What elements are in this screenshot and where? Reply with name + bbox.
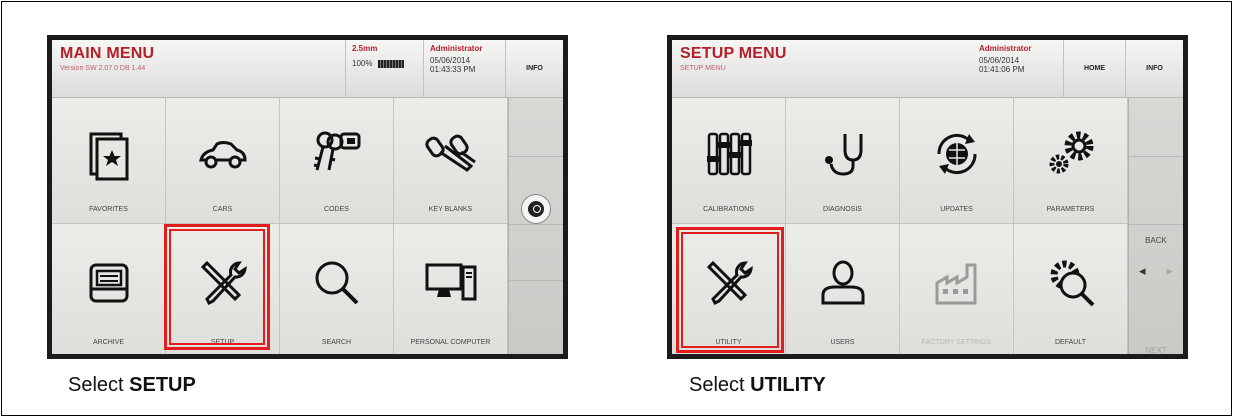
divider [1129,224,1183,225]
cutter-status: 2.5mm 100% [345,40,423,97]
archive-icon [89,263,128,303]
factory-icon [935,263,976,305]
tile-archive[interactable]: ARCHIVE [52,224,166,354]
tile-label: FAVORITES [89,206,128,213]
caption-emphasis: SETUP [129,374,196,396]
user-status: Administrator 05/06/2014 01:41:06 PM [973,40,1063,97]
tile-favorites[interactable]: FAVORITES [52,98,166,224]
subtitle-text: SETUP MENU [680,65,726,72]
arrow-left-icon[interactable]: ◂ [1139,263,1146,279]
home-button[interactable]: HOME [1063,40,1125,97]
next-button[interactable]: NEXT [1129,346,1183,354]
setup-menu-title-area: SETUP MENU SETUP MENU [672,40,973,97]
main-menu-screen: MAIN MENU Version SW 2.07.0 DB 1.44 2.5m… [52,40,563,354]
tile-label: PERSONAL COMPUTER [410,339,491,346]
tile-label: ARCHIVE [92,339,125,346]
info-button[interactable]: INFO [505,40,563,97]
tile-label: DIAGNOSIS [823,206,862,213]
setup-highlight-box [164,224,270,350]
tile-label: CARS [212,206,233,213]
car-icon [198,140,247,168]
main-menu-title-area: MAIN MENU Version SW 2.07.0 DB 1.44 [52,40,345,97]
divider [509,156,563,157]
tile-label: DEFAULT [1055,339,1086,346]
tile-cars[interactable]: CARS [166,98,280,224]
power-button[interactable] [521,194,551,224]
tile-factory-settings: FACTORY SETTINGS [900,224,1014,354]
utility-highlight-box [676,227,784,353]
divider [509,224,563,225]
main-menu-screenshot: MAIN MENU Version SW 2.07.0 DB 1.44 2.5m… [47,35,568,359]
tile-label: PARAMETERS [1046,206,1095,213]
divider [509,280,563,281]
tile-default[interactable]: DEFAULT [1014,224,1128,354]
battery-level: 100% [352,59,373,68]
page-title: MAIN MENU [60,45,155,62]
tile-key-blanks[interactable]: KEY BLANKS [394,98,508,224]
search-icon [315,261,358,305]
date-text: 05/06/2014 [430,56,471,65]
tile-codes[interactable]: CODES [280,98,394,224]
computer-icon [425,263,476,301]
keys-icon [313,131,360,170]
tile-label: FACTORY SETTINGS [921,339,992,346]
tile-users[interactable]: USERS [786,224,900,354]
tile-label: KEY BLANKS [428,206,473,213]
tile-label: CODES [324,206,349,213]
power-icon [528,201,544,217]
setup-menu-side-column: BACK ◂ ▸ NEXT [1128,98,1183,354]
main-menu-topbar: MAIN MENU Version SW 2.07.0 DB 1.44 2.5m… [52,40,563,98]
date-text: 05/06/2014 [979,56,1020,65]
page-arrows: ◂ ▸ [1135,254,1177,288]
update-globe-icon [936,133,977,174]
arrow-right-icon[interactable]: ▸ [1166,263,1173,279]
user-icon [821,260,864,305]
left-caption: Select SETUP [68,374,196,397]
time-text: 01:43:33 PM [430,65,476,74]
main-menu-grid: FAVORITES CARS CODES KEY BLANKS ARCHIVE … [52,98,508,354]
sliders-icon [706,132,752,175]
divider [1129,156,1183,157]
tile-search[interactable]: SEARCH [280,224,394,354]
key-blank-icon [424,134,476,172]
gears-icon [1049,131,1093,173]
caption-prefix: Select [689,374,751,396]
main-menu-side-column [508,98,563,354]
user-status: Administrator 05/06/2014 01:43:33 PM [423,40,505,97]
tile-parameters[interactable]: PARAMETERS [1014,98,1128,224]
tile-diagnosis[interactable]: DIAGNOSIS [786,98,900,224]
tile-label: SEARCH [321,339,352,346]
right-caption: Select UTILITY [689,374,826,397]
cutter-size: 2.5mm [352,44,378,53]
caption-prefix: Select [68,374,130,396]
page-title: SETUP MENU [680,45,787,62]
gear-search-icon [1050,260,1094,307]
tile-label: CALIBRATIONS [703,206,754,213]
info-button[interactable]: INFO [1125,40,1183,97]
user-name: Administrator [430,44,483,53]
tile-calibrations[interactable]: CALIBRATIONS [672,98,786,224]
setup-menu-topbar: SETUP MENU SETUP MENU Administrator 05/0… [672,40,1183,98]
favorites-icon [89,132,128,180]
tile-personal-computer[interactable]: PERSONAL COMPUTER [394,224,508,354]
tile-updates[interactable]: UPDATES [900,98,1014,224]
tile-label: USERS [830,339,855,346]
stethoscope-icon [824,133,862,176]
version-text: Version SW 2.07.0 DB 1.44 [60,65,146,72]
back-button[interactable]: BACK [1129,236,1183,245]
caption-emphasis: UTILITY [750,374,826,396]
battery-icon [378,59,405,68]
time-text: 01:41:06 PM [979,65,1025,74]
tile-label: UPDATES [940,206,973,213]
user-name: Administrator [979,44,1032,53]
